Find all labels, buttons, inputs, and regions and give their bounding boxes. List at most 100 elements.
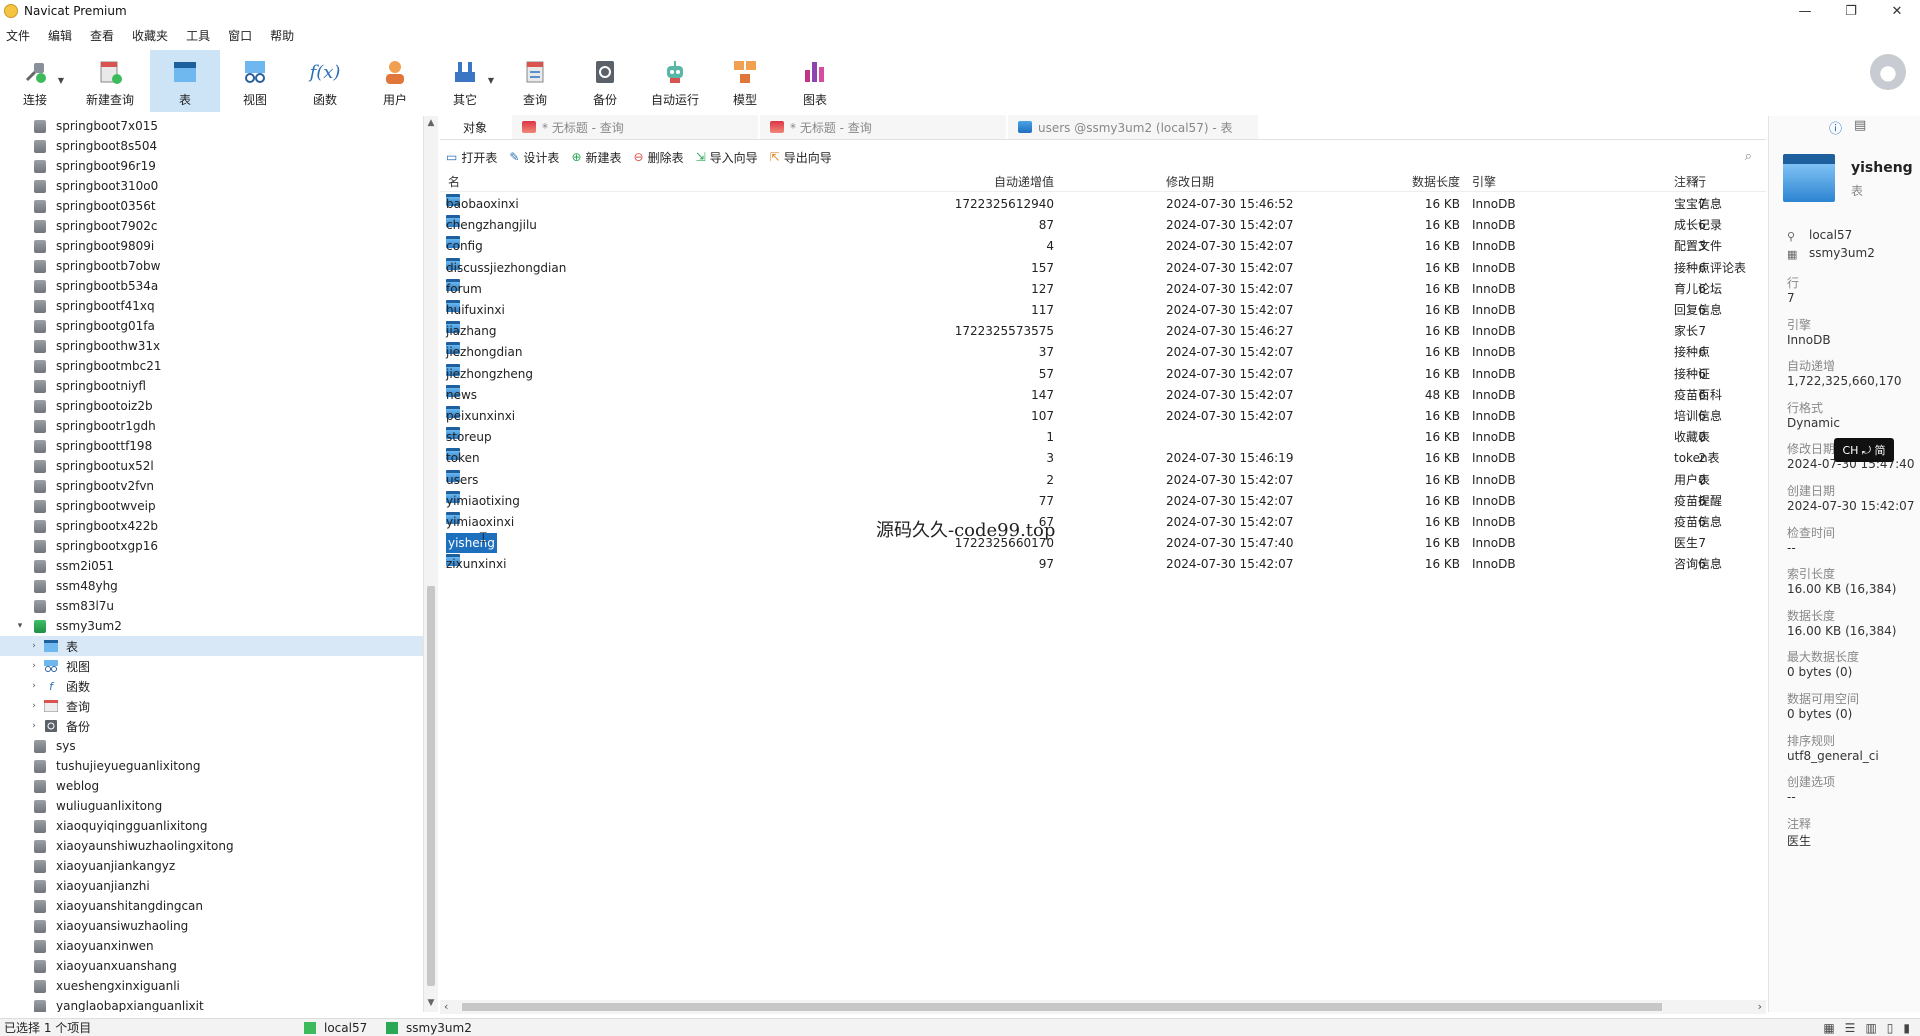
open-table-button[interactable]: ▭ 打开表 [440,149,503,166]
tree-db-open[interactable]: ▾ ssmy3um2 [0,616,423,636]
tree-db-item[interactable]: ssm83l7u [0,596,423,616]
export-wizard-button[interactable]: ⇱ 导出向导 [764,149,838,166]
tree-db-item[interactable]: springboot310o0 [0,176,423,196]
ddl-icon[interactable]: ▤ [1854,118,1866,137]
chart-button[interactable]: 图表 [780,50,850,112]
tree-db-item[interactable]: springboot8s504 [0,136,423,156]
menu-file[interactable]: 文件 [0,27,39,44]
function-button[interactable]: f(x) 函数 [290,50,360,112]
model-button[interactable]: 模型 [710,50,780,112]
tree-db-item[interactable]: springbootxgp16 [0,536,423,556]
table-row[interactable]: jiezhongdian 37 2024-07-30 15:42:07 16 KB In… [440,342,1766,363]
column-data-length[interactable]: 数据长度 [1340,172,1460,192]
column-name[interactable]: 名 [448,172,460,192]
connect-dropdown-icon[interactable]: ▼ [58,76,64,85]
tree-db-item[interactable]: wuliuguanlixitong [0,796,423,816]
tree-db-item[interactable]: springbootux52l [0,456,423,476]
tree-db-item[interactable]: springbootwveip [0,496,423,516]
tree-db-item[interactable]: xiaoyuanxinwen [0,936,423,956]
tree-db-item[interactable]: springbootr1gdh [0,416,423,436]
tree-db-item[interactable]: springboot7x015 [0,116,423,136]
table-row[interactable]: jiazhang 1722325573575 2024-07-30 15:46:27… [440,321,1766,342]
menu-tools[interactable]: 工具 [177,27,219,44]
expand-chevron-icon[interactable]: › [28,681,40,691]
expand-chevron-icon[interactable]: › [28,641,40,651]
tree-item-functions[interactable]: › f 函数 [0,676,423,696]
tree-db-item[interactable]: springboot9809i [0,236,423,256]
tree-db-item[interactable]: springbootoiz2b [0,396,423,416]
tree-item-queries[interactable]: › 查询 [0,696,423,716]
table-row[interactable]: storeup 1 16 KB InnoDB 0 收藏表 [440,427,1766,448]
tree-db-item[interactable]: springboottf198 [0,436,423,456]
column-engine[interactable]: 引擎 [1472,172,1496,192]
tree-db-item[interactable]: xiaoyuanshitangdingcan [0,896,423,916]
design-table-button[interactable]: ✎ 设计表 [503,149,565,166]
tree-db-item[interactable]: springbootv2fvn [0,476,423,496]
scroll-right-icon[interactable]: › [1758,1000,1762,1013]
backup-button[interactable]: 备份 [570,50,640,112]
tree-db-item[interactable]: springboot96r19 [0,156,423,176]
import-wizard-button[interactable]: ⇲ 导入向导 [690,149,764,166]
column-comment[interactable]: 注释 [1674,172,1698,192]
list-view-icon[interactable]: ☰ [1845,1021,1856,1035]
menu-help[interactable]: 帮助 [261,27,303,44]
new-query-button[interactable]: 新建查询 [70,50,150,112]
table-row[interactable]: chengzhangjilu 87 2024-07-30 15:42:07 16 KB… [440,215,1766,236]
view-button[interactable]: 视图 [220,50,290,112]
tree-db-item[interactable]: springbootx422b [0,516,423,536]
maximize-button[interactable]: ❐ [1828,0,1874,22]
search-icon[interactable]: ⌕ [1745,149,1752,164]
table-row[interactable]: yisheng 1722325660170 2024-07-30 15:47:40 1… [440,533,1766,554]
tree-db-item[interactable]: xiaoyuansiwuzhaoling [0,916,423,936]
tree-scrollbar[interactable]: ▲ ▼ [424,116,438,1012]
tree-db-item[interactable]: xiaoquyiqingguanlixitong [0,816,423,836]
menu-window[interactable]: 窗口 [219,27,261,44]
scroll-thumb[interactable] [462,1003,1662,1011]
tree-db-item[interactable]: springbootmbc21 [0,356,423,376]
tree-db-item[interactable]: springboothw31x [0,336,423,356]
tree-db-item[interactable]: xiaoyaunshiwuzhaolingxitong [0,836,423,856]
other-dropdown-icon[interactable]: ▼ [488,76,494,85]
tree-db-item[interactable]: weblog [0,776,423,796]
scroll-down-icon[interactable]: ▼ [424,998,438,1008]
menu-edit[interactable]: 编辑 [39,27,81,44]
table-row[interactable]: discussjiezhongdian 157 2024-07-30 15:42:0… [440,257,1766,279]
tree-db-item[interactable]: springbootb7obw [0,256,423,276]
collapse-chevron-icon[interactable]: ▾ [14,621,26,631]
tree-db-item[interactable]: springbootg01fa [0,316,423,336]
table-row[interactable]: config 4 2024-07-30 15:42:07 16 KB InnoDB 3 配置… [440,236,1766,257]
table-row[interactable]: users 2 2024-07-30 15:42:07 16 KB InnoDB 0 用户表 [440,469,1766,491]
column-auto-increment[interactable]: 自动递增值 [840,172,1054,192]
table-row[interactable]: forum 127 2024-07-30 15:42:07 16 KB InnoDB 6 育… [440,278,1766,300]
scroll-thumb[interactable] [427,586,435,986]
table-row[interactable]: jiezhongzheng 57 2024-07-30 15:42:07 16 KB I… [440,363,1766,385]
panel-left-icon[interactable]: ▯ [1887,1021,1894,1035]
tab-query-1[interactable]: * 无标题 - 查询 [512,115,758,139]
table-row[interactable]: yimiaotixing 77 2024-07-30 15:42:07 16 KB In… [440,490,1766,512]
scroll-left-icon[interactable]: ‹ [444,1000,448,1013]
automation-button[interactable]: 自动运行 [640,50,710,112]
expand-chevron-icon[interactable]: › [28,721,40,731]
tree-db-item[interactable]: springbootb534a [0,276,423,296]
ime-indicator[interactable]: CH ⤾ 简 [1834,438,1894,462]
table-button[interactable]: 表 [150,50,220,112]
tree-db-item[interactable]: ssm2i051 [0,556,423,576]
tab-objects[interactable]: 对象 [440,115,510,139]
tree-item-views[interactable]: › 视图 [0,656,423,676]
tree-db-item[interactable]: ssm48yhg [0,576,423,596]
table-row[interactable]: news 147 2024-07-30 15:42:07 48 KB InnoDB 6 疫苗… [440,384,1766,406]
delete-table-button[interactable]: ⊖ 删除表 [628,149,690,166]
column-modified[interactable]: 修改日期 [1166,172,1214,192]
scroll-up-icon[interactable]: ▲ [424,118,438,128]
table-row[interactable]: baobaoxinxi 1722325612940 2024-07-30 15:46… [440,194,1766,215]
tree-db-item[interactable]: xiaoyuanxuanshang [0,956,423,976]
tree-item-backups[interactable]: › 备份 [0,716,423,736]
query-button[interactable]: 查询 [500,50,570,112]
tree-db-item[interactable]: xiaoyuanjiankangyz [0,856,423,876]
expand-chevron-icon[interactable]: › [28,661,40,671]
table-row[interactable]: token 3 2024-07-30 15:46:19 16 KB InnoDB 2 tok… [440,448,1766,469]
detail-view-icon[interactable]: ▥ [1865,1021,1876,1035]
table-row[interactable]: yimiaoxinxi 67 2024-07-30 15:42:07 16 KB Inn… [440,512,1766,533]
tree-item-tables[interactable]: › 表 [0,636,423,656]
user-button[interactable]: 用户 [360,50,430,112]
